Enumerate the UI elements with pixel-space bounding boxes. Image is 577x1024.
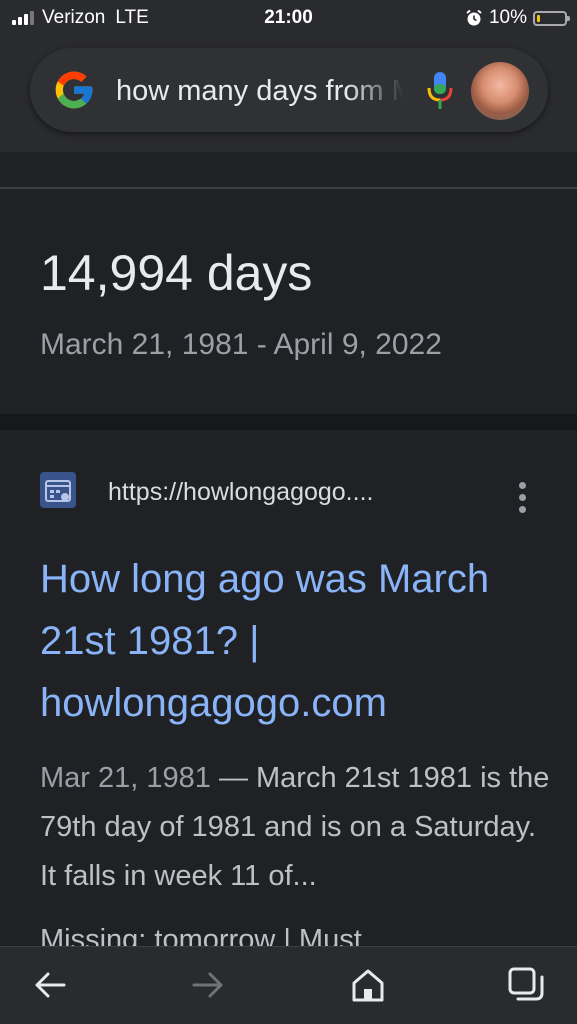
answer-date-range: March 21, 1981 - April 9, 2022	[40, 328, 442, 361]
card-separator	[0, 414, 577, 430]
tabs-button[interactable]	[506, 965, 546, 1005]
tabs-icon	[508, 967, 544, 1001]
back-arrow-icon	[35, 972, 66, 998]
status-bar: Verizon LTE 21:00 10%	[0, 0, 577, 36]
answer-card: 14,994 days March 21, 1981 - April 9, 20…	[0, 152, 577, 414]
search-box[interactable]: how many days from March 21, 1981 to tod…	[30, 48, 548, 132]
result-url[interactable]: https://howlongagogo....	[108, 478, 373, 507]
divider	[0, 187, 577, 189]
site-favicon-icon	[40, 472, 76, 508]
back-button[interactable]	[30, 965, 70, 1005]
search-input[interactable]: how many days from March 21, 1981 to tod…	[116, 75, 404, 108]
microphone-icon[interactable]	[426, 70, 454, 112]
snippet-date: Mar 21, 1981	[40, 762, 211, 794]
forward-button[interactable]	[188, 965, 228, 1005]
result-title-link[interactable]: How long ago was March 21st 1981? | howl…	[40, 548, 550, 734]
missing-terms: Missing: tomorrow | Must	[40, 924, 362, 946]
more-options-icon[interactable]	[512, 482, 532, 518]
account-avatar[interactable]	[471, 62, 529, 120]
search-header: how many days from March 21, 1981 to tod…	[0, 36, 577, 152]
battery-percent: 10%	[488, 7, 527, 28]
result-snippet: Mar 21, 1981 — March 21st 1981 is the 79…	[40, 762, 550, 892]
home-button[interactable]	[348, 965, 388, 1005]
home-icon	[352, 969, 384, 1002]
battery-fill	[537, 14, 540, 22]
answer-value: 14,994 days	[40, 245, 313, 301]
search-result: https://howlongagogo.... How long ago wa…	[0, 430, 577, 946]
status-right: 10%	[465, 7, 570, 29]
battery-icon	[533, 10, 570, 26]
alarm-clock-icon	[466, 9, 482, 26]
browser-toolbar	[0, 946, 577, 1024]
forward-arrow-icon	[192, 972, 223, 998]
google-logo-icon[interactable]	[52, 68, 96, 112]
